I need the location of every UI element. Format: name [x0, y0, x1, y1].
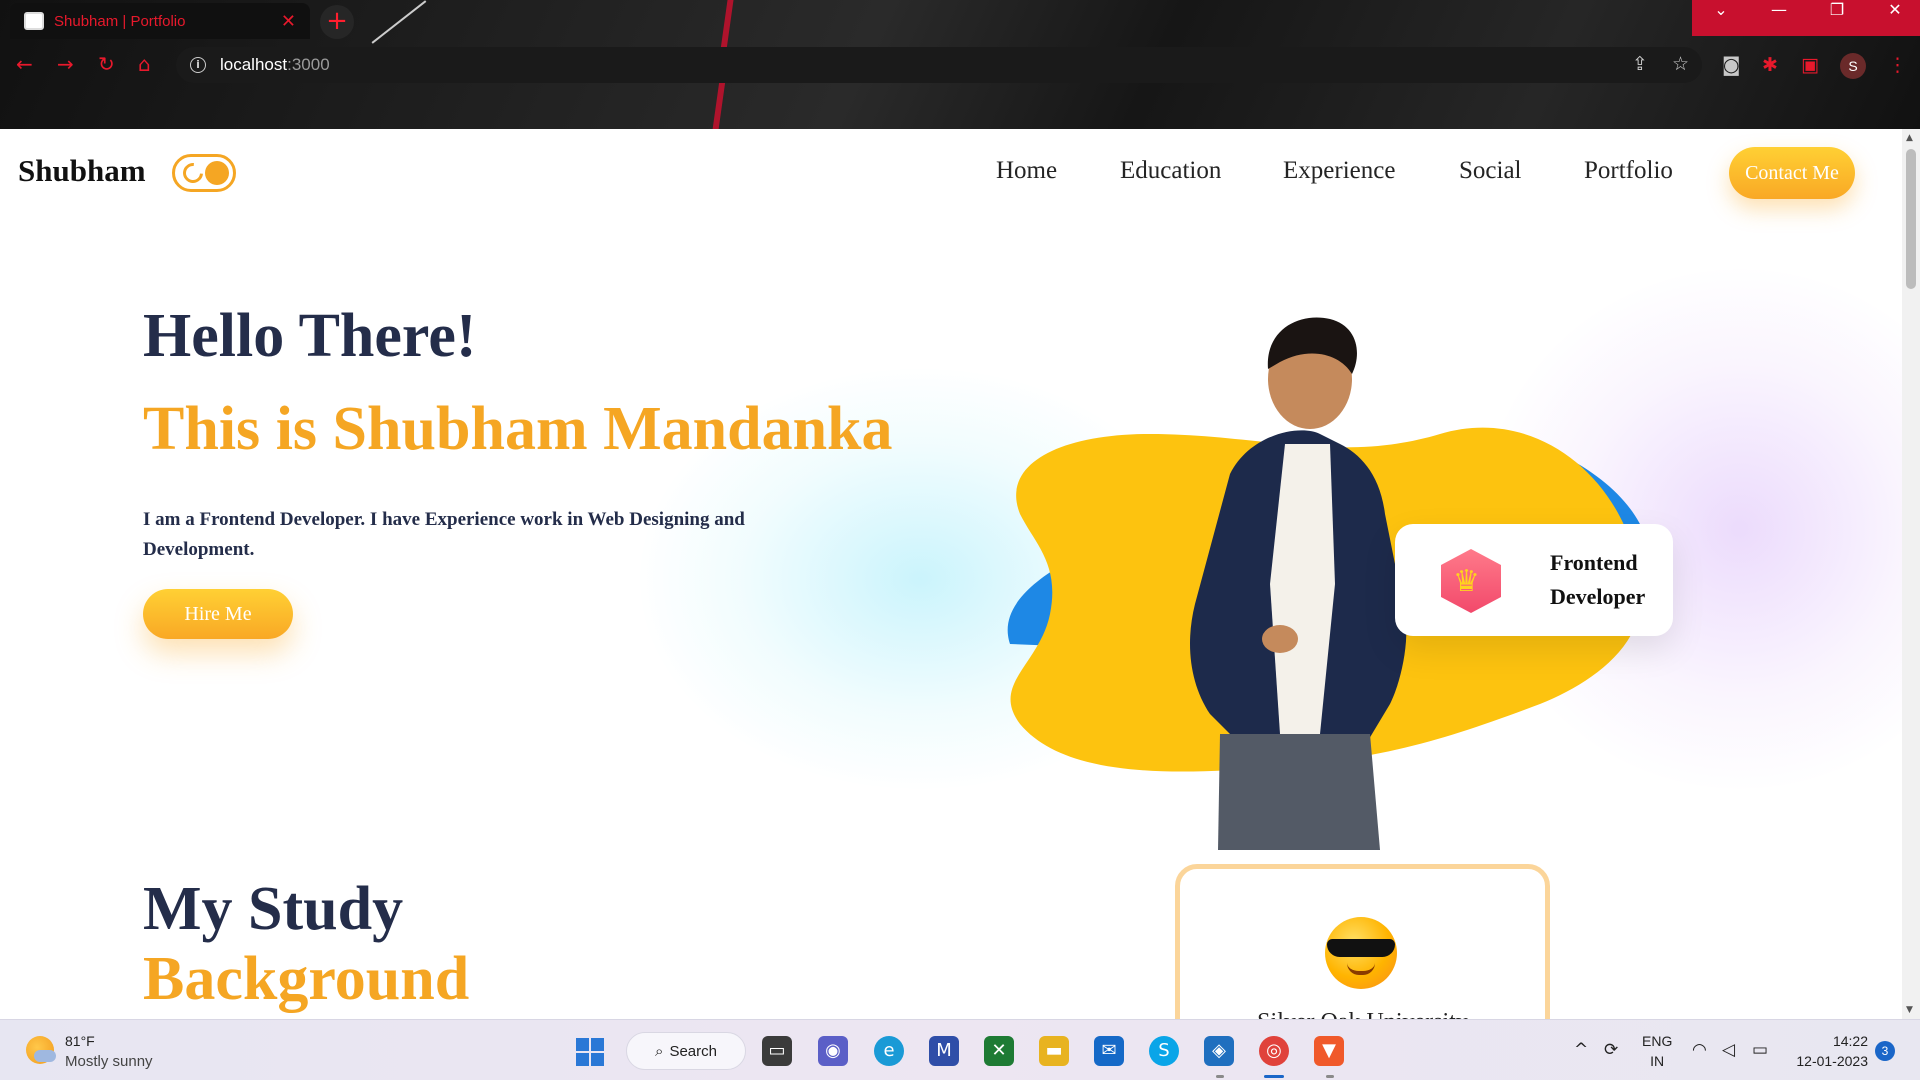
browser-chrome: Shubham | Portfolio ✕ + ⌄ — ❐ ✕ ← → ↻ ⌂ …	[0, 0, 1920, 129]
minimize-button[interactable]: —	[1750, 0, 1808, 36]
badge-line-2: Developer	[1550, 584, 1646, 609]
active-indicator	[1264, 1075, 1284, 1078]
weather-temperature[interactable]: 81°F	[65, 1033, 95, 1049]
notification-badge[interactable]: 3	[1875, 1041, 1895, 1061]
vscode-icon[interactable]: ◈	[1204, 1036, 1234, 1066]
hero-description: I am a Frontend Developer. I have Experi…	[143, 509, 745, 560]
profile-avatar[interactable]: S	[1840, 53, 1866, 79]
clock-time: 14:22	[1832, 1033, 1868, 1049]
window-controls: ⌄ — ❐ ✕	[1692, 0, 1920, 36]
system-clock[interactable]: 14:22 12-01-2023	[1790, 1031, 1868, 1071]
edge-icon[interactable]: e	[874, 1036, 904, 1066]
sidebar-extension-icon[interactable]: ▣	[1801, 54, 1819, 76]
xbox-icon[interactable]: ✕	[984, 1036, 1014, 1066]
bookmark-star-icon[interactable]: ☆	[1672, 53, 1689, 75]
nav-experience[interactable]: Experience	[1283, 157, 1395, 185]
tab-search-icon[interactable]: ⌄	[1692, 0, 1750, 36]
theme-toggle[interactable]	[172, 154, 236, 192]
badge-line-1: Frontend	[1550, 550, 1638, 575]
contact-me-button[interactable]: Contact Me	[1729, 147, 1855, 199]
reload-icon[interactable]: ↻	[98, 52, 115, 76]
running-indicator	[1216, 1075, 1224, 1078]
smile-shape	[1347, 963, 1375, 975]
vscode-insiders-icon[interactable]: M	[929, 1036, 959, 1066]
mail-icon[interactable]: ✉	[1094, 1036, 1124, 1066]
page-icon	[24, 12, 44, 30]
weather-condition[interactable]: Mostly sunny	[65, 1053, 153, 1070]
restore-button[interactable]: ❐	[1808, 0, 1866, 36]
back-icon[interactable]: ←	[16, 52, 33, 76]
wallpaper-line	[371, 0, 427, 44]
study-section-title: My Study	[143, 875, 404, 943]
nav-home[interactable]: Home	[996, 157, 1057, 185]
chrome-icon[interactable]: ◎	[1259, 1036, 1289, 1066]
person-trousers	[1218, 734, 1380, 850]
study-section-subtitle: Background	[143, 945, 470, 1013]
new-tab-button[interactable]: +	[320, 5, 354, 39]
sync-icon[interactable]: ⟳	[1604, 1040, 1618, 1060]
search-icon: ⌕	[655, 1042, 664, 1060]
home-icon[interactable]: ⌂	[138, 52, 151, 76]
hero-name: This is Shubham Mandanka	[143, 395, 893, 463]
weather-icon[interactable]	[26, 1036, 56, 1064]
page-scrollbar[interactable]: ▲ ▼	[1902, 129, 1920, 1019]
close-window-button[interactable]: ✕	[1866, 0, 1920, 36]
file-explorer-icon[interactable]: ▬	[1039, 1036, 1069, 1066]
sunglasses-shape	[1327, 939, 1395, 957]
close-icon[interactable]: ✕	[281, 11, 296, 32]
education-card: Silver Oak University	[1175, 864, 1550, 1019]
sunglasses-emoji-icon	[1325, 917, 1397, 989]
start-button[interactable]	[576, 1038, 604, 1066]
volume-icon[interactable]: ◁	[1722, 1040, 1735, 1060]
menu-kebab-icon[interactable]: ⋮	[1888, 54, 1907, 76]
nav-social[interactable]: Social	[1459, 157, 1522, 185]
scroll-up-icon[interactable]: ▲	[1906, 133, 1913, 143]
clock-date: 12-01-2023	[1796, 1053, 1868, 1069]
badge-label: Frontend Developer	[1550, 546, 1645, 614]
search-label: Search	[669, 1042, 717, 1060]
share-icon[interactable]: ⇪	[1632, 53, 1648, 75]
scroll-thumb[interactable]	[1906, 149, 1916, 289]
language-indicator[interactable]: ENG IN	[1642, 1031, 1672, 1071]
nav-education[interactable]: Education	[1120, 157, 1221, 185]
nav-portfolio[interactable]: Portfolio	[1584, 157, 1673, 185]
camera-extension-icon[interactable]: ◙	[1722, 54, 1740, 76]
skype-icon[interactable]: S	[1149, 1036, 1179, 1066]
puzzle-extension-icon[interactable]: ✱	[1762, 54, 1778, 76]
windows-taskbar: 81°F Mostly sunny ⌕ Search ▭ ◉ e M ✕ ▬ ✉…	[0, 1019, 1920, 1080]
url-text[interactable]: localhost:3000	[220, 55, 330, 75]
person-hand	[1262, 625, 1298, 653]
taskbar-search[interactable]: ⌕ Search	[626, 1032, 746, 1070]
wifi-icon[interactable]: ◠	[1692, 1040, 1707, 1060]
teams-chat-icon[interactable]: ◉	[818, 1036, 848, 1066]
brave-icon[interactable]: ▼	[1314, 1036, 1344, 1066]
hero-greeting: Hello There!	[143, 302, 477, 370]
running-indicator	[1326, 1075, 1334, 1078]
hire-me-button[interactable]: Hire Me	[143, 589, 293, 639]
page-viewport: Shubham Home Education Experience Social…	[0, 129, 1902, 1019]
task-view-icon[interactable]: ▭	[762, 1036, 792, 1066]
tab-title: Shubham | Portfolio	[54, 12, 186, 30]
site-logo[interactable]: Shubham	[18, 153, 146, 189]
forward-icon[interactable]: →	[57, 52, 74, 76]
language-code: ENG	[1642, 1033, 1673, 1049]
role-badge-card: ♛ Frontend Developer	[1395, 524, 1673, 636]
toggle-knob	[205, 161, 229, 185]
browser-tab[interactable]: Shubham | Portfolio ✕	[10, 3, 310, 39]
wallpaper-streak	[712, 80, 726, 129]
site-info-icon[interactable]: i	[190, 57, 206, 73]
battery-icon[interactable]: ▭	[1752, 1040, 1768, 1060]
university-name: Silver Oak University	[1180, 1009, 1545, 1019]
scroll-down-icon[interactable]: ▼	[1906, 1005, 1913, 1015]
region-code: IN	[1650, 1053, 1665, 1069]
address-bar[interactable]: i localhost:3000 ⇪ ☆	[176, 47, 1702, 83]
crown-icon: ♛	[1453, 564, 1480, 599]
moon-icon	[178, 158, 208, 188]
chevron-up-icon[interactable]: ^	[1574, 1040, 1588, 1060]
